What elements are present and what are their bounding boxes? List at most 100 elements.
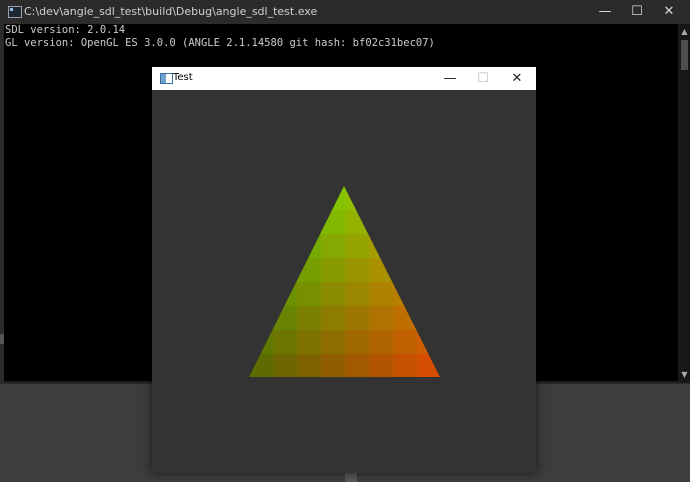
- triangle-cell: [393, 186, 418, 211]
- triangle-cell: [369, 186, 394, 187]
- triangle-cell: [321, 186, 346, 187]
- triangle-cell: [273, 210, 298, 235]
- triangle-cell: [249, 282, 250, 307]
- triangle-cell: [369, 330, 394, 355]
- triangle-cell: [249, 306, 250, 331]
- triangle-cell: [417, 306, 440, 331]
- triangle-cell: [273, 354, 298, 377]
- triangle-cell: [273, 330, 298, 355]
- triangle-cell: [297, 330, 322, 355]
- triangle-cell: [417, 378, 442, 403]
- triangle-cell: [441, 234, 466, 259]
- triangle-cell: [273, 234, 298, 259]
- test-maximize-button[interactable]: ☐: [466, 67, 500, 90]
- triangle-cell: [249, 378, 274, 403]
- test-window-title: Test: [173, 72, 193, 83]
- triangle-cell: [369, 234, 394, 259]
- triangle-cell: [273, 258, 298, 283]
- triangle-cell: [321, 306, 346, 331]
- triangle-cell: [393, 330, 418, 355]
- test-close-button[interactable]: ✕: [500, 67, 534, 90]
- triangle-cell: [273, 378, 298, 403]
- triangle-cell: [345, 210, 370, 235]
- triangle-cell: [297, 306, 322, 331]
- test-window-app-icon: [160, 73, 173, 84]
- triangle-cell: [345, 282, 370, 307]
- triangle-cell: [441, 306, 466, 331]
- render-viewport[interactable]: [152, 90, 536, 473]
- triangle-cell: [417, 282, 440, 307]
- test-window-titlebar[interactable]: Test — ☐ ✕: [152, 67, 536, 90]
- triangle-cell: [249, 330, 274, 355]
- triangle-cell: [249, 210, 274, 235]
- triangle-cell: [273, 306, 298, 331]
- console-app-icon: [8, 6, 22, 18]
- triangle-cell: [345, 234, 370, 259]
- scroll-up-icon[interactable]: ▲: [679, 26, 690, 38]
- triangle-cell: [417, 330, 440, 355]
- test-window: Test — ☐ ✕: [152, 67, 536, 473]
- triangle-cell: [393, 258, 418, 283]
- console-scrollbar[interactable]: ▲ ▼: [679, 24, 690, 383]
- console-close-button[interactable]: ✕: [652, 0, 686, 24]
- triangle-cell: [417, 186, 440, 187]
- console-line-sdl-version: SDL version: 2.0.14: [5, 24, 126, 36]
- triangle-cell: [297, 258, 322, 283]
- triangle-cell: [393, 306, 418, 331]
- triangle-cell: [369, 378, 394, 403]
- triangle-cell: [417, 210, 440, 235]
- triangle-cell: [297, 378, 322, 403]
- triangle-cell: [345, 186, 370, 187]
- scroll-thumb[interactable]: [681, 40, 688, 70]
- triangle-cell: [393, 234, 418, 259]
- triangle: [249, 162, 466, 403]
- triangle-cell: [417, 186, 440, 211]
- triangle-cell: [393, 378, 418, 403]
- triangle-cell: [393, 186, 418, 187]
- triangle-cell: [345, 186, 370, 211]
- triangle-cell: [321, 258, 346, 283]
- console-minimize-button[interactable]: —: [588, 0, 622, 24]
- triangle-cell: [441, 186, 466, 211]
- test-minimize-button[interactable]: —: [433, 67, 467, 90]
- triangle-cell: [273, 282, 298, 307]
- triangle-canvas: [249, 162, 466, 403]
- triangle-cell: [321, 234, 346, 259]
- triangle-cell: [297, 234, 322, 259]
- triangle-cell: [297, 186, 322, 211]
- triangle-cell: [273, 186, 298, 211]
- triangle-cell: [321, 354, 346, 377]
- triangle-cell: [369, 306, 394, 331]
- triangle-cell: [345, 378, 370, 403]
- triangle-cell: [345, 354, 370, 377]
- triangle-cell: [249, 186, 250, 187]
- triangle-cell: [249, 186, 274, 211]
- triangle-cell: [249, 258, 274, 283]
- triangle-cell: [249, 234, 250, 259]
- triangle-cell: [273, 186, 298, 187]
- console-titlebar[interactable]: C:\dev\angle_sdl_test\build\Debug\angle_…: [0, 0, 690, 24]
- triangle-cell: [249, 330, 250, 355]
- triangle-cell: [249, 354, 250, 377]
- triangle-cell: [249, 354, 274, 377]
- triangle-cell: [249, 258, 250, 283]
- triangle-cell: [441, 282, 466, 307]
- triangle-cell: [369, 210, 394, 235]
- triangle-cell: [249, 210, 250, 235]
- triangle-cell: [249, 186, 274, 187]
- triangle-cell: [249, 186, 250, 211]
- console-maximize-button[interactable]: ☐: [620, 0, 654, 24]
- triangle-cell: [393, 282, 418, 307]
- triangle-cell: [441, 162, 466, 187]
- triangle-cell: [369, 186, 394, 211]
- triangle-cell: [393, 210, 418, 235]
- triangle-cell: [297, 186, 322, 187]
- triangle-cell: [249, 306, 274, 331]
- triangle-cell: [345, 330, 370, 355]
- triangle-cell: [321, 330, 346, 355]
- console-title: C:\dev\angle_sdl_test\build\Debug\angle_…: [24, 5, 318, 18]
- triangle-cell: [369, 282, 394, 307]
- triangle-cell: [369, 354, 394, 377]
- scroll-down-icon[interactable]: ▼: [679, 369, 690, 381]
- triangle-cell: [345, 258, 370, 283]
